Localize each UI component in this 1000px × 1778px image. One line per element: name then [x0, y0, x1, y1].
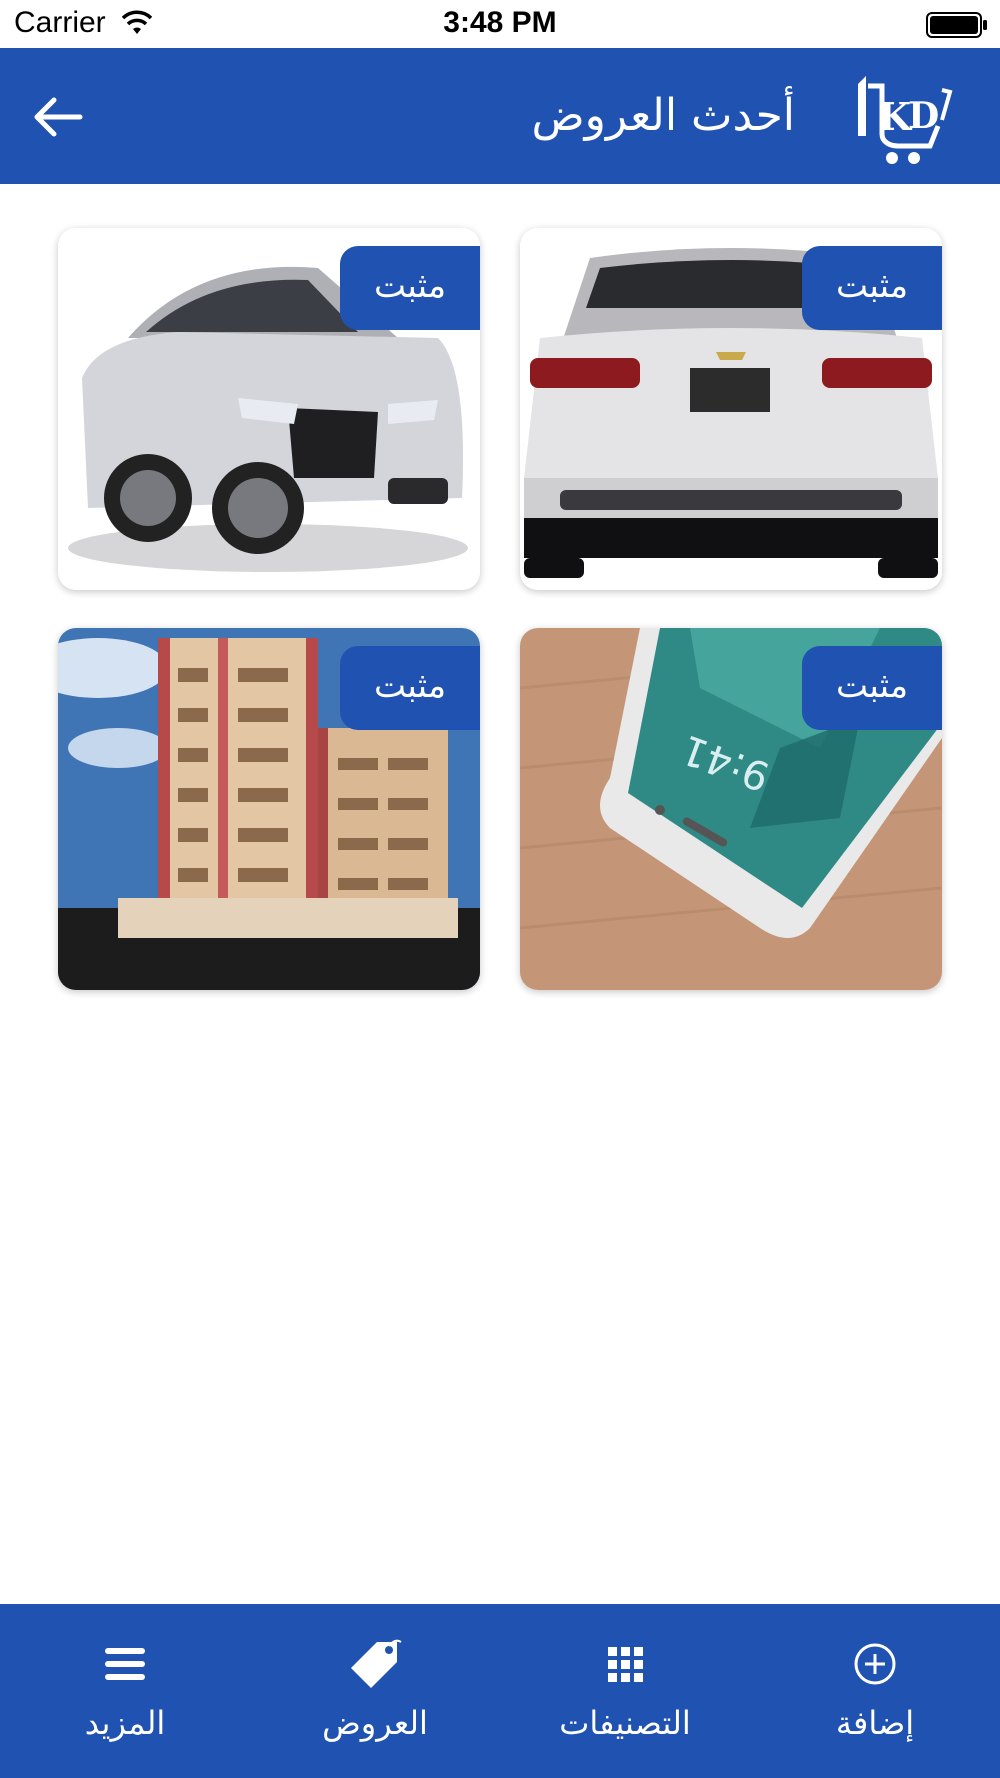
- tab-add[interactable]: إضافة: [750, 1604, 1000, 1778]
- tab-label: العروض: [322, 1704, 428, 1742]
- tab-label: المزيد: [84, 1704, 166, 1742]
- battery-icon: [926, 12, 987, 38]
- offer-card[interactable]: 9:41 مثبت: [520, 628, 942, 990]
- status-bar: Carrier 3:48 PM: [0, 0, 1000, 48]
- app-logo: K D: [858, 76, 953, 164]
- offer-card[interactable]: مثبت: [520, 228, 942, 590]
- tab-bar: إضافة التصنيفات العروض المزيد: [0, 1604, 1000, 1778]
- offer-card[interactable]: مثبت: [58, 228, 480, 590]
- tab-more[interactable]: المزيد: [0, 1604, 250, 1778]
- pinned-badge: مثبت: [802, 246, 942, 330]
- tab-label: إضافة: [835, 1704, 915, 1742]
- arrow-left-icon[interactable]: [28, 92, 86, 142]
- app-header: أحدث العروض K D: [0, 48, 1000, 184]
- tab-categories[interactable]: التصنيفات: [500, 1604, 750, 1778]
- add-circle-icon: [854, 1643, 896, 1685]
- offer-card[interactable]: مثبت: [58, 628, 480, 990]
- page-title: أحدث العروض: [531, 90, 795, 141]
- pinned-badge: مثبت: [802, 646, 942, 730]
- tab-label: التصنيفات: [559, 1704, 691, 1742]
- svg-text:D: D: [908, 95, 939, 137]
- status-time: 3:48 PM: [443, 6, 557, 39]
- pinned-badge: مثبت: [340, 246, 480, 330]
- grid-icon: [608, 1647, 643, 1682]
- tag-icon: [351, 1639, 402, 1688]
- tab-offers[interactable]: العروض: [250, 1604, 500, 1778]
- pinned-badge: مثبت: [340, 646, 480, 730]
- menu-icon: [105, 1648, 145, 1680]
